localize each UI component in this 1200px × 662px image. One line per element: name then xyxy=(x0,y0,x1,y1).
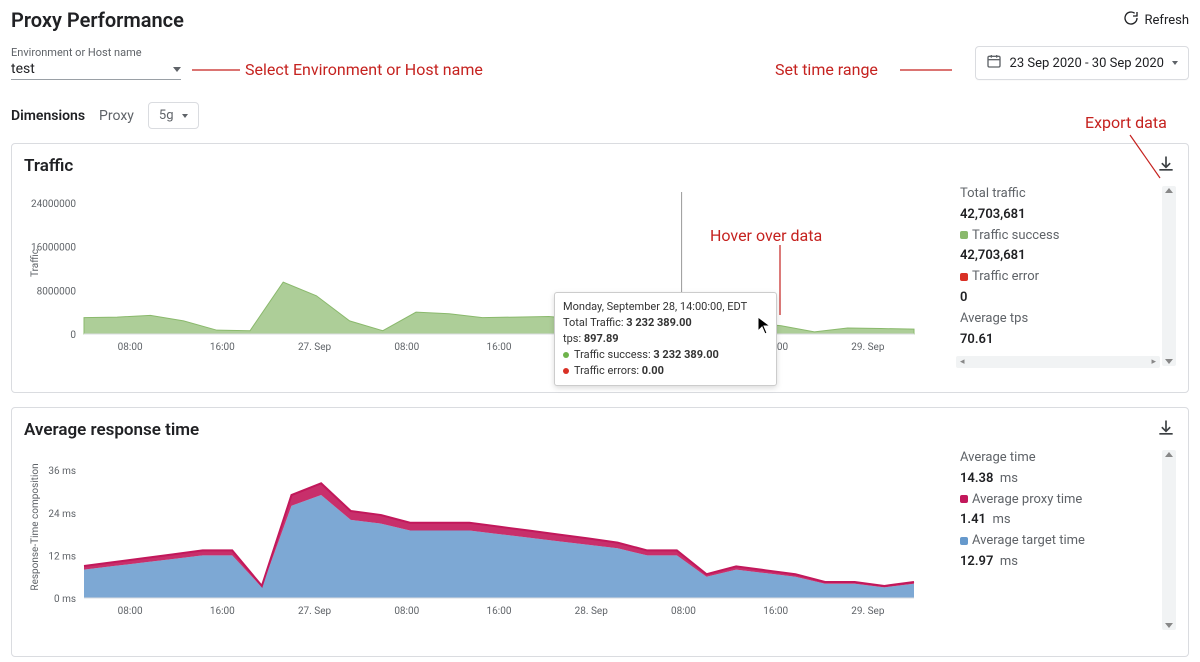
chevron-down-icon xyxy=(1172,61,1178,65)
svg-text:08:00: 08:00 xyxy=(394,342,419,353)
svg-text:12 ms: 12 ms xyxy=(48,551,76,562)
chevron-down-icon xyxy=(182,114,188,118)
svg-text:16:00: 16:00 xyxy=(487,606,512,617)
traffic-chart[interactable]: 080000001600000024000000Traffic08:0016:0… xyxy=(24,184,948,368)
proxy-value: 5g xyxy=(159,108,174,123)
export-response-button[interactable] xyxy=(1156,418,1176,442)
environment-label: Environment or Host name xyxy=(11,46,181,59)
chart-tooltip: Monday, September 28, 14:00:00, EDT Tota… xyxy=(554,292,777,386)
svg-text:36 ms: 36 ms xyxy=(48,466,76,477)
svg-text:Response-Time composition: Response-Time composition xyxy=(30,463,41,590)
page-title: Proxy Performance xyxy=(11,8,184,32)
svg-text:08:00: 08:00 xyxy=(394,606,419,617)
svg-text:28. Sep: 28. Sep xyxy=(575,606,609,617)
date-range-value: 23 Sep 2020 - 30 Sep 2020 xyxy=(1010,56,1164,71)
svg-text:29. Sep: 29. Sep xyxy=(851,606,885,617)
response-stats: Average time 14.38 ms Average proxy time… xyxy=(956,448,1176,632)
export-traffic-button[interactable] xyxy=(1156,154,1176,178)
environment-select[interactable]: Environment or Host name test xyxy=(11,46,181,80)
date-range-picker[interactable]: 23 Sep 2020 - 30 Sep 2020 xyxy=(975,46,1189,80)
svg-text:8000000: 8000000 xyxy=(37,286,77,297)
traffic-stats: Total traffic 42,703,681 Traffic success… xyxy=(956,184,1176,368)
stats-scrollbar[interactable] xyxy=(1162,450,1176,630)
refresh-button[interactable]: Refresh xyxy=(1123,10,1189,30)
refresh-label: Refresh xyxy=(1145,13,1189,28)
stats-hscroll[interactable]: ◂▸ xyxy=(956,356,1160,368)
response-card-title: Average response time xyxy=(24,420,199,440)
svg-text:08:00: 08:00 xyxy=(671,606,696,617)
svg-text:16:00: 16:00 xyxy=(487,342,512,353)
svg-text:0 ms: 0 ms xyxy=(54,594,76,605)
svg-text:08:00: 08:00 xyxy=(118,342,143,353)
svg-text:27. Sep: 27. Sep xyxy=(298,342,332,353)
environment-value: test xyxy=(11,61,35,77)
dimensions-label: Dimensions xyxy=(11,108,85,124)
svg-text:27. Sep: 27. Sep xyxy=(298,606,332,617)
svg-text:24 ms: 24 ms xyxy=(48,509,76,520)
svg-text:16:00: 16:00 xyxy=(763,606,788,617)
stats-scrollbar[interactable] xyxy=(1162,186,1176,366)
svg-text:24000000: 24000000 xyxy=(31,199,76,210)
refresh-icon xyxy=(1123,10,1139,30)
chevron-down-icon xyxy=(173,67,181,72)
calendar-icon xyxy=(986,53,1002,73)
response-chart[interactable]: 0 ms 12 ms 24 ms 36 ms Response-Time composi… xyxy=(24,448,948,632)
dimensions-sublabel: Proxy xyxy=(99,108,134,124)
svg-text:08:00: 08:00 xyxy=(118,606,143,617)
svg-text:16:00: 16:00 xyxy=(210,342,235,353)
svg-text:29. Sep: 29. Sep xyxy=(851,342,885,353)
svg-text:16:00: 16:00 xyxy=(210,606,235,617)
proxy-select[interactable]: 5g xyxy=(148,102,199,129)
traffic-card-title: Traffic xyxy=(24,156,73,176)
cursor-icon xyxy=(757,316,773,340)
svg-text:0: 0 xyxy=(70,330,76,341)
svg-text:Traffic: Traffic xyxy=(29,249,41,277)
